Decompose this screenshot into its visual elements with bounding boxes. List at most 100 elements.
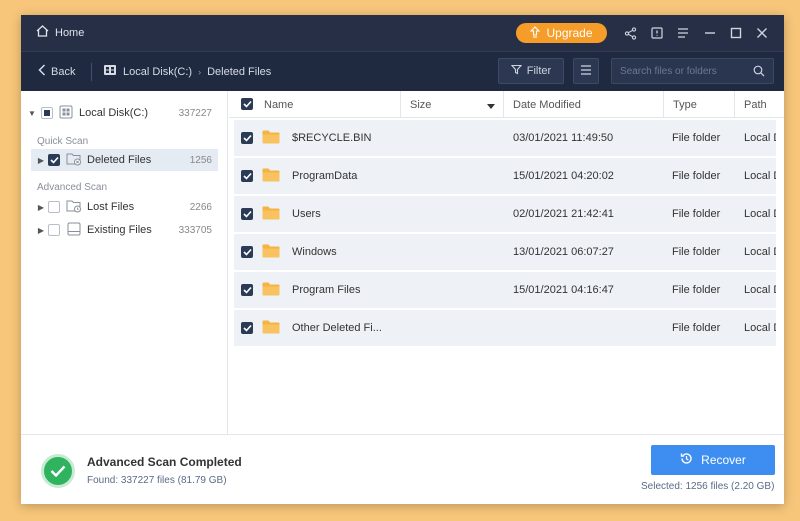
drive-icon bbox=[59, 105, 73, 122]
breadcrumb: Local Disk(C:) › Deleted Files bbox=[103, 64, 271, 79]
advanced-scan-heading: Advanced Scan bbox=[37, 182, 108, 193]
cell-path: Local Dis... bbox=[744, 246, 776, 258]
caret-right-icon[interactable]: ▶ bbox=[36, 156, 46, 165]
cell-path: Local Dis... bbox=[744, 170, 776, 182]
cell-type: File folder bbox=[672, 322, 721, 334]
column-label: Date Modified bbox=[513, 98, 581, 111]
table-row[interactable]: Users 02/01/2021 21:42:41 File folder Local… bbox=[234, 196, 776, 232]
column-header-name[interactable]: Name bbox=[264, 91, 401, 118]
tree-count: 1256 bbox=[189, 154, 212, 166]
table-row[interactable]: Windows 13/01/2021 06:07:27 File folder Loc… bbox=[234, 234, 776, 270]
cell-type: File folder bbox=[672, 284, 721, 296]
upgrade-button[interactable]: Upgrade bbox=[516, 23, 607, 43]
row-checkbox[interactable] bbox=[241, 132, 253, 144]
minimize-icon[interactable] bbox=[702, 25, 718, 41]
tree-checkbox-deleted-files[interactable] bbox=[48, 154, 60, 166]
cell-date: 03/01/2021 11:49:50 bbox=[513, 132, 614, 144]
scan-found-summary: Found: 337227 files (81.79 GB) bbox=[87, 475, 227, 486]
status-bar: Advanced Scan Completed Found: 337227 fi… bbox=[21, 434, 784, 504]
cell-type: File folder bbox=[672, 132, 721, 144]
filter-icon bbox=[510, 64, 522, 78]
deleted-folder-icon bbox=[66, 152, 82, 169]
column-label: Type bbox=[673, 98, 697, 111]
home-button[interactable]: Home bbox=[36, 25, 84, 40]
toolbar-divider bbox=[91, 63, 92, 81]
select-all-checkbox[interactable] bbox=[241, 98, 253, 110]
maximize-icon[interactable] bbox=[728, 25, 744, 41]
search-input[interactable] bbox=[620, 63, 750, 79]
column-label: Size bbox=[410, 98, 432, 111]
column-header-date[interactable]: Date Modified bbox=[504, 91, 664, 118]
breadcrumb-item-current: Deleted Files bbox=[207, 65, 272, 78]
cell-date: 15/01/2021 04:16:47 bbox=[513, 284, 614, 296]
column-header-path[interactable]: Path bbox=[735, 91, 784, 118]
cell-date: 15/01/2021 04:20:02 bbox=[513, 170, 614, 182]
search-icon[interactable] bbox=[753, 65, 765, 80]
cell-date: 02/01/2021 21:42:41 bbox=[513, 208, 614, 220]
caret-right-icon[interactable]: ▶ bbox=[36, 203, 46, 212]
home-label: Home bbox=[55, 26, 85, 39]
caret-right-icon[interactable]: ▶ bbox=[36, 226, 46, 235]
success-check-icon bbox=[41, 454, 75, 488]
recover-button[interactable]: Recover bbox=[651, 445, 775, 475]
tree-count: 337227 bbox=[178, 107, 212, 119]
cell-path: Local Dis... bbox=[744, 284, 776, 296]
file-list: Name Size Date Modified Type Path $RECYC… bbox=[229, 91, 784, 434]
table-header: Name Size Date Modified Type Path bbox=[229, 91, 784, 118]
cell-name: $RECYCLE.BIN bbox=[292, 132, 372, 144]
folder-icon bbox=[262, 168, 280, 182]
column-header-type[interactable]: Type bbox=[664, 91, 735, 118]
cell-date: 13/01/2021 06:07:27 bbox=[513, 246, 614, 258]
view-mode-button[interactable] bbox=[573, 58, 599, 84]
search-box bbox=[611, 58, 774, 84]
breadcrumb-item-drive[interactable]: Local Disk(C:) bbox=[123, 66, 192, 78]
tree-label: Deleted Files bbox=[87, 154, 152, 166]
tree-checkbox-local-disk[interactable] bbox=[41, 107, 53, 119]
folder-icon bbox=[262, 130, 280, 144]
menu-icon[interactable] bbox=[675, 25, 691, 41]
row-checkbox[interactable] bbox=[241, 246, 253, 258]
cell-type: File folder bbox=[672, 170, 721, 182]
selection-summary: Selected: 1256 files (2.20 GB) bbox=[641, 481, 775, 492]
toolbar: Back Local Disk(C:) › Deleted Files Filt… bbox=[21, 51, 784, 91]
row-checkbox[interactable] bbox=[241, 208, 253, 220]
share-icon[interactable] bbox=[622, 25, 638, 41]
filter-button[interactable]: Filter bbox=[498, 58, 564, 84]
row-checkbox[interactable] bbox=[241, 322, 253, 334]
cell-name: Other Deleted Fi... bbox=[292, 322, 382, 334]
list-view-icon bbox=[580, 64, 592, 78]
lost-folder-icon bbox=[66, 199, 82, 216]
back-button[interactable]: Back bbox=[38, 64, 75, 79]
title-bar: Home Upgrade bbox=[21, 15, 784, 51]
tree-item-deleted-files[interactable]: ▶ Deleted Files 1256 bbox=[31, 149, 218, 171]
cell-name: ProgramData bbox=[292, 170, 358, 182]
back-label: Back bbox=[51, 65, 76, 78]
recover-icon bbox=[680, 452, 693, 468]
table-row[interactable]: ProgramData 15/01/2021 04:20:02 File folde… bbox=[234, 158, 776, 194]
breadcrumb-separator-icon: › bbox=[198, 66, 202, 77]
table-row[interactable]: Program Files 15/01/2021 04:16:47 File fol… bbox=[234, 272, 776, 308]
upgrade-icon bbox=[530, 25, 541, 41]
sidebar-tree: ▼ Local Disk(C:) 337227 Quick Scan ▶ Del… bbox=[21, 91, 228, 434]
row-checkbox[interactable] bbox=[241, 170, 253, 182]
cell-type: File folder bbox=[672, 208, 721, 220]
column-label: Path bbox=[744, 98, 767, 111]
column-header-size[interactable]: Size bbox=[401, 91, 504, 118]
table-row[interactable]: Other Deleted Fi... File folder Local Dis.… bbox=[234, 310, 776, 346]
caret-down-icon[interactable]: ▼ bbox=[27, 109, 37, 118]
drive-icon bbox=[103, 64, 117, 79]
sort-desc-icon[interactable] bbox=[487, 101, 495, 113]
tree-checkbox-lost-files[interactable] bbox=[48, 201, 60, 213]
tree-item-existing-files[interactable]: ▶ Existing Files 333705 bbox=[21, 219, 228, 241]
row-checkbox[interactable] bbox=[241, 284, 253, 296]
table-row[interactable]: $RECYCLE.BIN 03/01/2021 11:49:50 File fold… bbox=[234, 120, 776, 156]
tree-item-local-disk[interactable]: ▼ Local Disk(C:) 337227 bbox=[21, 102, 228, 124]
tree-label: Local Disk(C:) bbox=[79, 107, 149, 119]
tree-checkbox-existing-files[interactable] bbox=[48, 224, 60, 236]
app-window: Home Upgrade Back Local Disk(C:) › Delet… bbox=[21, 15, 784, 504]
tree-item-lost-files[interactable]: ▶ Lost Files 2266 bbox=[21, 196, 228, 218]
close-icon[interactable] bbox=[754, 25, 770, 41]
filter-label: Filter bbox=[526, 65, 552, 77]
folder-icon bbox=[262, 244, 280, 258]
feedback-icon[interactable] bbox=[649, 25, 665, 41]
